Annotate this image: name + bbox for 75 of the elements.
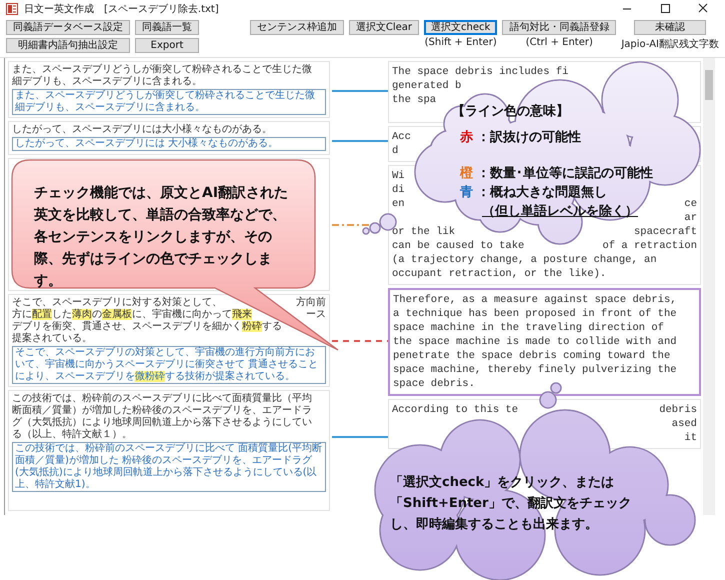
english-text: Therefore, as a measure against space debris, <box>393 293 677 307</box>
english-text: ased <box>672 417 697 431</box>
toolbar-button[interactable]: 同義語データベース設定 <box>6 20 130 35</box>
english-text: space machine in the traveling direction of <box>393 321 664 335</box>
english-text: the spa <box>392 93 436 107</box>
translation-box[interactable]: したがって、スペースデブリには 大小様々なものがある。 <box>12 137 326 151</box>
source-text: る（以上、特許文献１）。 <box>12 429 132 441</box>
toolbar-button[interactable]: 未確認 <box>634 20 706 35</box>
english-text: di <box>392 183 405 197</box>
app-icon <box>6 2 18 14</box>
toolbar-button[interactable]: Export <box>135 38 199 53</box>
source-text: この技術では、粉砕前のスペースデブリに比べて面積質量比（平均 <box>12 393 312 404</box>
toolbar-button[interactable]: 語句対比・同義語登録 <box>502 20 616 35</box>
source-text: グ（大気抵抗）により地球周回軌道上から落下させるようにしてい <box>12 417 312 428</box>
english-text: space machine, thereby finely pulverizing the <box>393 363 677 377</box>
source-text: 提案されている。 <box>12 333 92 345</box>
toolbar-button[interactable]: 同義語一覧 <box>135 20 199 35</box>
shortcut-hint: (Shift + Enter) <box>424 37 497 48</box>
source-text: ース <box>306 309 326 321</box>
legend-note: （但し単語レベルを除く） <box>481 204 639 220</box>
legend-color-label: 青 <box>460 185 473 201</box>
source-text: デブリを衝突、貫通させ、スペースデブリを細かく 粉砕する <box>12 321 282 332</box>
source-text: したがって、スペースデブリには大小様々なものがある。 <box>12 124 272 136</box>
source-text: また、スペースデブリどうしが衝突して粉砕されることで生じた微 <box>12 64 312 76</box>
english-text: spacecraft <box>634 225 697 239</box>
sentence-card[interactable]: したがって、スペースデブリには大小様々なものがある。 したがって、スペースデブリには 大小様々なものがある。 <box>8 121 330 155</box>
legend-color-label: 橙 <box>460 166 473 182</box>
shortcut-hint: Japio-AI翻訳残文字数 <box>621 38 719 51</box>
toolbar-button[interactable]: センテンス枠追加 <box>250 20 344 35</box>
english-text: occupant retraction, or the like). <box>392 267 606 281</box>
translation-box[interactable]: そこで、スペースデブリの対策として、宇宙機の進行方向前方において、宇宙機に向かうスペースデブリに衝突させて 貫通させることにより、スペースデブリを微粉砕する技術が提案されている。 <box>12 346 326 384</box>
english-text: a technique has been proposed in front of the <box>393 307 677 321</box>
legend-text: ：概ね大きな問題無し <box>477 185 607 201</box>
callout-text: チェック機能では、原文とAI翻訳された英文を比較して、単語の合致率などで、各センテンスをリンクしますが、その際、先ずはラインの色でチェックします。 <box>34 184 290 291</box>
toolbar-button[interactable]: 選択文Clear <box>348 20 420 35</box>
legend-text: ：訳抜けの可能性 <box>477 130 581 146</box>
english-text: Acc <box>392 130 411 144</box>
english-text: it <box>684 431 697 445</box>
source-text: 方に配置 した薄肉の金属板に、宇宙機に向かって飛来 <box>12 309 252 320</box>
english-text: space debris. <box>393 377 475 391</box>
english-text: (a trajectory change, a posture change, an <box>392 253 657 267</box>
source-text: 細デブリも、スペースデブリに含まれる。 <box>12 76 202 88</box>
legend-title: 【ライン色の意味】 <box>452 104 570 120</box>
scrollbar[interactable] <box>703 58 715 515</box>
source-text: そこで、スペースデブリに対する対策として、 <box>12 297 222 308</box>
window-title: 日文ー英文作成 <box>24 2 94 16</box>
english-text: en <box>392 197 405 211</box>
shortcut-hint: (Ctrl + Enter) <box>526 37 593 48</box>
legend-text: ：数量･単位等に誤記の可能性 <box>477 166 653 182</box>
english-text: of a retraction <box>602 239 697 253</box>
english-text: generated b <box>392 79 462 93</box>
file-name: [スペースデブリ除去.txt] <box>104 2 219 16</box>
english-text: The space debris includes fi <box>392 65 568 79</box>
english-text: ar <box>684 211 697 225</box>
sentence-card[interactable] <box>8 390 330 511</box>
translation-card[interactable] <box>388 288 701 396</box>
toolbar-button[interactable]: 明細書内語句抽出設定 <box>6 38 130 53</box>
english-text: penetrate the space debris coming toward the <box>393 349 670 363</box>
english-text: Wi <box>392 169 405 183</box>
sentence-card[interactable]: そこで、スペースデブリに対する対策として、 方向前 方に配置 した薄肉の金属板に、宇宙機に向かって飛来 ース デブリを衝突、貫通させ、スペースデブリを細かく 粉砕する 提案されている。 そこで、スペースデブリの対策として、宇宙機の進行方向前方において、宇宙機に向かうスペースデブリに衝突させて 貫通させることにより、スペースデブリを微粉砕する技術が提案されている。 <box>8 294 330 387</box>
english-text: According to this te <box>392 403 518 417</box>
english-text: the space machine is made to collide with and <box>393 335 677 349</box>
translation-box[interactable]: この技術では、粉砕前のスペースデブリに比べて 面積質量比(平均断面積／質量)が増加した 粉砕後のスペースデブリを、エアードラグ(大気抵抗)により地球周回軌道上から落下させるようにしている(以上、特許文献1)。 <box>12 442 326 492</box>
legend-color-label: 赤 <box>460 130 473 146</box>
source-text: 方向前 <box>296 297 326 309</box>
english-text: ce <box>684 197 697 211</box>
english-text: debris <box>659 403 697 417</box>
english-text: can be caused to take <box>392 239 524 253</box>
english-text: or the lik <box>392 225 456 239</box>
toolbar-button[interactable]: 選択文check <box>424 20 498 35</box>
english-text: d <box>392 144 398 158</box>
tip-text: 「選択文check」をクリック、または「Shift+Enter」で、翻訳文をチェックし、即時編集することも出来ます。 <box>390 474 632 534</box>
sentence-card[interactable]: また、スペースデブリどうしが衝突して粉砕されることで生じた微 細デブリも、スペースデブリに含まれる。 また、スペースデブリどうしが衝突して粉砕されることで生じた微細デブリも、スペースデブリに含まれる。 <box>8 61 330 118</box>
source-text: 断面積／質量）が増加した粉砕後のスペースデブリを、エアードラ <box>12 405 312 416</box>
translation-box[interactable]: また、スペースデブリどうしが衝突して粉砕されることで生じた微細デブリも、スペースデブリに含まれる。 <box>12 89 326 115</box>
